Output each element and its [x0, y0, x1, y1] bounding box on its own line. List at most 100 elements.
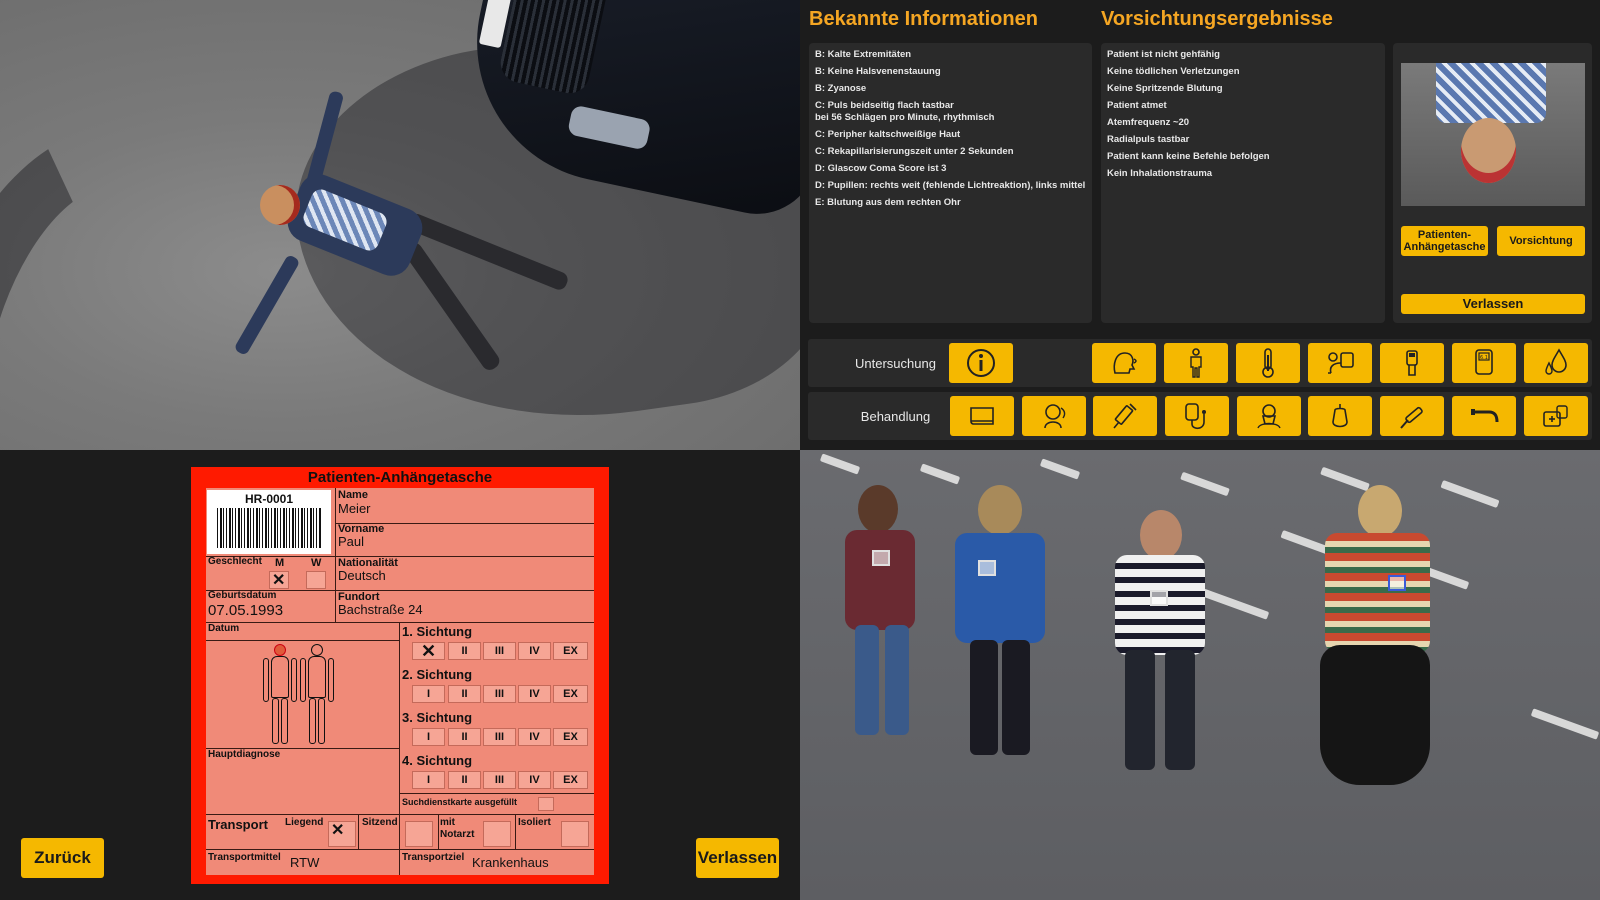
patient-tag-badge	[1150, 590, 1168, 606]
divider	[335, 488, 336, 622]
nationality-value[interactable]: Deutsch	[338, 568, 386, 583]
walking-patient-1[interactable]	[830, 480, 940, 750]
tree-shadow	[0, 88, 264, 450]
search-card-label: Suchdienstkarte ausgefüllt	[402, 797, 518, 807]
firstname-value[interactable]: Paul	[338, 534, 364, 549]
medical-kit-icon[interactable]	[1524, 396, 1588, 436]
patient-head	[858, 485, 898, 533]
search-card-checkbox[interactable]	[538, 797, 554, 811]
patient-portrait	[1401, 63, 1585, 206]
sighting-4-cat-ii[interactable]: II	[448, 771, 481, 789]
sighting-2-cat-ii[interactable]: II	[448, 685, 481, 703]
sighting-1-cat-ex[interactable]: EX	[553, 642, 588, 660]
blood-drop-icon[interactable]	[1524, 343, 1588, 383]
tourniquet-icon[interactable]	[1380, 396, 1444, 436]
syringe-icon[interactable]	[1093, 396, 1157, 436]
gender-w-checkbox[interactable]	[306, 571, 326, 589]
sitting-checkbox[interactable]	[405, 821, 433, 847]
sighting-3-cat-ex[interactable]: EX	[553, 728, 588, 746]
pulse-oximeter-icon[interactable]	[1380, 343, 1444, 383]
birthdate-value[interactable]: 07.05.1993	[208, 602, 283, 619]
thermometer-icon[interactable]	[1236, 343, 1300, 383]
sighting-2-cat-iii[interactable]: III	[483, 685, 516, 703]
sighting-4-cat-i[interactable]: I	[412, 771, 445, 789]
breathing-check-icon[interactable]	[1092, 343, 1156, 383]
isolated-checkbox[interactable]	[561, 821, 589, 847]
body-check-icon[interactable]	[1164, 343, 1228, 383]
lying-checkbox[interactable]	[328, 820, 356, 847]
gender-m-checkbox[interactable]	[269, 570, 289, 590]
body-front-leg-right	[281, 698, 288, 744]
precaution-item: Patient ist nicht gehfähig	[1107, 49, 1220, 60]
known-info-list: B: Kalte Extremitäten B: Keine Halsvenen…	[809, 43, 1092, 220]
head-position-icon[interactable]	[1022, 396, 1086, 436]
portrait-face	[1461, 118, 1516, 183]
road-marking	[1530, 708, 1600, 740]
gender-label: Geschlecht	[208, 556, 262, 567]
infusion-icon[interactable]	[1165, 396, 1229, 436]
fundort-value[interactable]: Bachstraße 24	[338, 602, 423, 617]
glucose-meter-icon[interactable]: 6.1	[1452, 343, 1516, 383]
walking-patient-4[interactable]	[1300, 485, 1450, 805]
body-back-diagram[interactable]	[300, 644, 334, 744]
patient-tag-button[interactable]: Patienten- Anhängetasche	[1401, 226, 1488, 256]
walking-patient-2[interactable]	[940, 485, 1060, 765]
sighting-3-cat-i[interactable]: I	[412, 728, 445, 746]
sighting-1-cat-ii[interactable]: II	[448, 642, 481, 660]
divider	[206, 814, 594, 815]
sighting-2-cat-ex[interactable]: EX	[553, 685, 588, 703]
leave-button[interactable]: Verlassen	[696, 838, 779, 878]
airway-tube-icon[interactable]	[1452, 396, 1516, 436]
blood-pressure-icon[interactable]	[1308, 343, 1372, 383]
precaution-item: Keine Spritzende Blutung	[1107, 83, 1223, 94]
app-root: Bekannte Informationen Vorsichtungsergeb…	[0, 0, 1600, 900]
body-front-diagram[interactable]	[263, 644, 297, 744]
victim-figure[interactable]	[230, 70, 610, 410]
sighting-2-cat-iv[interactable]: IV	[518, 685, 551, 703]
sighting-1-cat-i[interactable]: ✕	[412, 641, 445, 661]
patient-id: HR-0001	[244, 492, 294, 506]
patient-torso	[1325, 533, 1430, 653]
body-front-torso	[271, 656, 289, 698]
body-back-head	[311, 644, 323, 656]
body-back-arm-right	[328, 658, 334, 702]
info-icon[interactable]	[949, 343, 1013, 383]
sighting-4-cat-iii[interactable]: III	[483, 771, 516, 789]
patient-head	[1140, 510, 1182, 560]
precaution-item: Patient atmet	[1107, 100, 1167, 111]
sighting-1-cat-iii[interactable]: III	[483, 642, 516, 660]
patient-torso	[845, 530, 915, 630]
sighting-4-cat-ex[interactable]: EX	[553, 771, 588, 789]
walking-patient-3[interactable]	[1100, 510, 1220, 780]
name-value[interactable]: Meier	[338, 501, 371, 516]
blanket-icon[interactable]	[950, 396, 1014, 436]
barcode: HR-0001	[207, 490, 331, 554]
divider	[515, 814, 516, 849]
precaution-button[interactable]: Vorsichtung	[1497, 226, 1585, 256]
oxygen-mask-icon[interactable]	[1237, 396, 1301, 436]
infusion-bag-icon[interactable]	[1308, 396, 1372, 436]
sighting-1-cat-iv[interactable]: IV	[518, 642, 551, 660]
sighting-3-cat-iv[interactable]: IV	[518, 728, 551, 746]
sighting-2-cat-i[interactable]: I	[412, 685, 445, 703]
divider	[358, 814, 359, 849]
sighting-4-cat-iv[interactable]: IV	[518, 771, 551, 789]
back-button[interactable]: Zurück	[21, 838, 104, 878]
leave-patient-button[interactable]: Verlassen	[1401, 294, 1585, 314]
road-marking	[1180, 471, 1230, 497]
transport-means-value[interactable]: RTW	[290, 855, 319, 870]
transport-label: Transport	[208, 817, 268, 832]
victim-arm-right	[233, 253, 301, 357]
body-back-torso	[308, 656, 326, 698]
destination-value[interactable]: Krankenhaus	[472, 855, 549, 870]
body-front-arm-left	[263, 658, 269, 702]
divider	[399, 622, 400, 875]
sighting-3-cat-iii[interactable]: III	[483, 728, 516, 746]
patient-head	[978, 485, 1022, 535]
gender-w-label: W	[311, 557, 322, 569]
with-doctor-checkbox[interactable]	[483, 821, 511, 847]
svg-text:6.1: 6.1	[1480, 355, 1488, 361]
sighting-3-cat-ii[interactable]: II	[448, 728, 481, 746]
body-back-arm-left	[300, 658, 306, 702]
patient-skirt	[1320, 645, 1430, 785]
